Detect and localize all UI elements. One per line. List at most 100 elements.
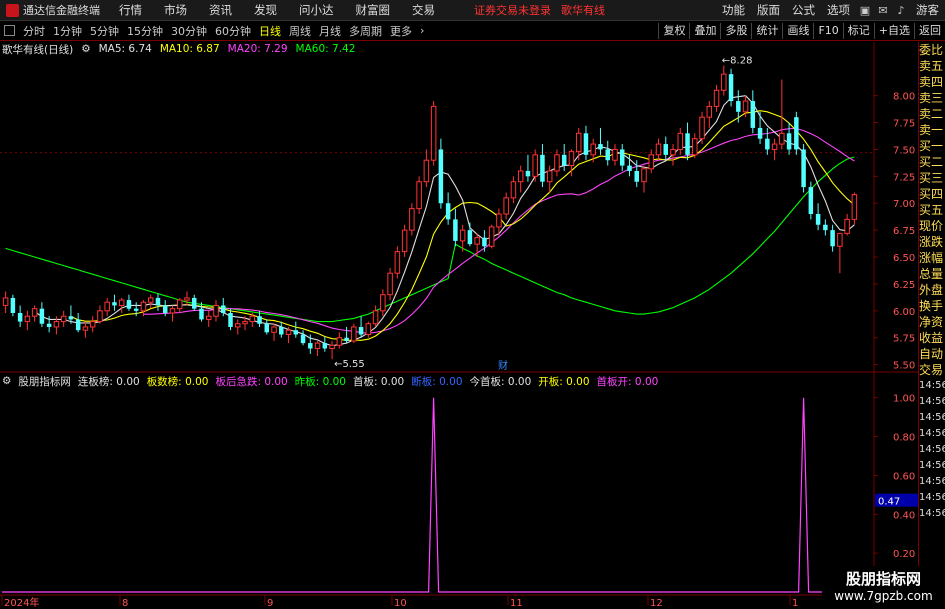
candle-body — [627, 165, 632, 171]
candle-body — [308, 343, 313, 349]
side-panel-field[interactable]: 换手 — [919, 298, 945, 314]
candle-body — [147, 297, 154, 303]
side-panel-field[interactable]: 净资 — [919, 314, 945, 330]
side-panel-field[interactable]: 卖四 — [919, 74, 945, 90]
date-tick-label: 12 — [650, 598, 663, 609]
side-panel-field[interactable]: 买四 — [919, 186, 945, 202]
watermark: 股朋指标网 www.7gpzb.com — [822, 566, 945, 609]
candle-body — [104, 301, 110, 312]
candle-body — [670, 148, 676, 156]
side-panel-field[interactable]: 自动 — [919, 346, 945, 362]
candle-body — [525, 170, 531, 177]
indicator-title[interactable]: 股朋指标网 — [18, 374, 71, 389]
candle-body — [416, 181, 422, 210]
price-tick-label: 5.50 — [893, 361, 915, 372]
candle-body — [293, 330, 299, 335]
candle-body — [82, 326, 89, 331]
side-panel-field[interactable]: 交易 — [919, 362, 945, 378]
candle-body — [641, 168, 647, 183]
candle-body — [453, 219, 458, 241]
date-tick-label: 9 — [267, 598, 273, 609]
side-panel-field[interactable]: 买三 — [919, 170, 945, 186]
side-panel-field[interactable]: 买一 — [919, 138, 945, 154]
candle-body — [619, 149, 625, 166]
candle-body — [808, 187, 814, 214]
side-panel-field[interactable]: 收益 — [919, 330, 945, 346]
candle-body — [532, 154, 538, 177]
candle-body — [757, 127, 763, 139]
candle-body — [89, 321, 96, 328]
candle-body — [438, 149, 444, 204]
side-panel-field[interactable]: 涨幅 — [919, 250, 945, 266]
side-panel-field[interactable]: 买二 — [919, 154, 945, 170]
side-panel-time: 14:56 — [919, 492, 945, 503]
side-panel-time: 14:56 — [919, 508, 945, 519]
indicator-tick-label: 0.20 — [893, 549, 915, 560]
candle-body — [823, 224, 828, 231]
candle-body — [771, 143, 778, 150]
date-tick-label: 2024年 — [4, 596, 39, 609]
candle-body — [380, 294, 386, 312]
candle-body — [830, 230, 835, 247]
candle-body — [169, 308, 176, 314]
candle-body — [285, 329, 292, 335]
candle-body — [612, 148, 618, 161]
side-panel-field[interactable]: 现价 — [919, 218, 945, 234]
side-panel-field[interactable]: 卖一 — [919, 122, 945, 138]
side-panel-time: 14:56 — [919, 428, 945, 439]
candle-body — [221, 305, 226, 313]
candle-body — [706, 105, 713, 118]
side-panel-field[interactable]: 卖五 — [919, 58, 945, 74]
side-panel-field[interactable]: 总量 — [919, 266, 945, 282]
side-panel-field[interactable]: 委比 — [919, 42, 945, 58]
watermark-url: www.7gpzb.com — [834, 589, 933, 603]
candle-body — [322, 343, 328, 349]
side-panel-field[interactable]: 买五 — [919, 202, 945, 218]
kline-chart[interactable]: 8.00 7.75 7.50 7.25 7.00 6.75 6.50 6.25 6.00 5.75… — [0, 0, 945, 609]
candle-body — [648, 154, 655, 170]
candle-body — [358, 326, 364, 335]
candle-body — [46, 323, 52, 327]
side-panel-time: 14:56 — [919, 380, 945, 391]
indicator-legend-item: 首板: 0.00 — [352, 375, 405, 388]
high-price-annotation: ←8.28 — [722, 56, 753, 67]
candle-body — [53, 321, 60, 328]
candle-body — [837, 232, 843, 247]
candle-body — [779, 132, 785, 145]
candle-body — [467, 230, 473, 245]
candle-body — [540, 154, 545, 182]
settings-gear-icon[interactable]: ⚙ — [2, 375, 11, 387]
candle-body — [205, 315, 212, 320]
candle-body — [401, 229, 408, 253]
side-panel-time: 14:56 — [919, 412, 945, 423]
candle-body — [742, 100, 749, 113]
candle-body — [60, 315, 67, 323]
candle-body — [561, 154, 567, 166]
candle-body — [140, 301, 147, 312]
side-panel-field[interactable]: 涨跌 — [919, 234, 945, 250]
candle-body — [663, 144, 669, 155]
settings-gear-icon[interactable]: ⚙ — [81, 43, 90, 55]
side-panel-field[interactable]: 卖三 — [919, 90, 945, 106]
indicator-legend: ⚙ 股朋指标网 连板榜: 0.00 板数榜: 0.00 板后急跌: 0.00 昨板: … — [2, 374, 658, 388]
side-panel-time: 14:56 — [919, 396, 945, 407]
chart-title: 歌华有线(日线) — [2, 43, 74, 56]
candle-body — [213, 304, 219, 317]
indicator-legend-item: 板数榜: 0.00 — [146, 375, 209, 388]
candle-body — [568, 151, 575, 167]
price-tick-label: 7.25 — [893, 172, 915, 183]
candle-body — [133, 308, 139, 311]
candle-body — [184, 297, 190, 301]
candle-body — [24, 315, 31, 323]
side-panel-field[interactable]: 外盘 — [919, 282, 945, 298]
candle-body — [2, 297, 9, 306]
candle-body — [583, 133, 589, 155]
ma20-label: MA20: 7.29 — [227, 43, 288, 55]
candle-body — [598, 144, 603, 150]
indicator-tick-label: 0.40 — [893, 510, 915, 521]
candle-body — [736, 101, 741, 112]
date-tick-label: 11 — [510, 598, 523, 609]
side-panel-field[interactable]: 卖二 — [919, 106, 945, 122]
candle-body — [728, 74, 734, 102]
indicator-tick-label: 0.80 — [893, 433, 915, 444]
